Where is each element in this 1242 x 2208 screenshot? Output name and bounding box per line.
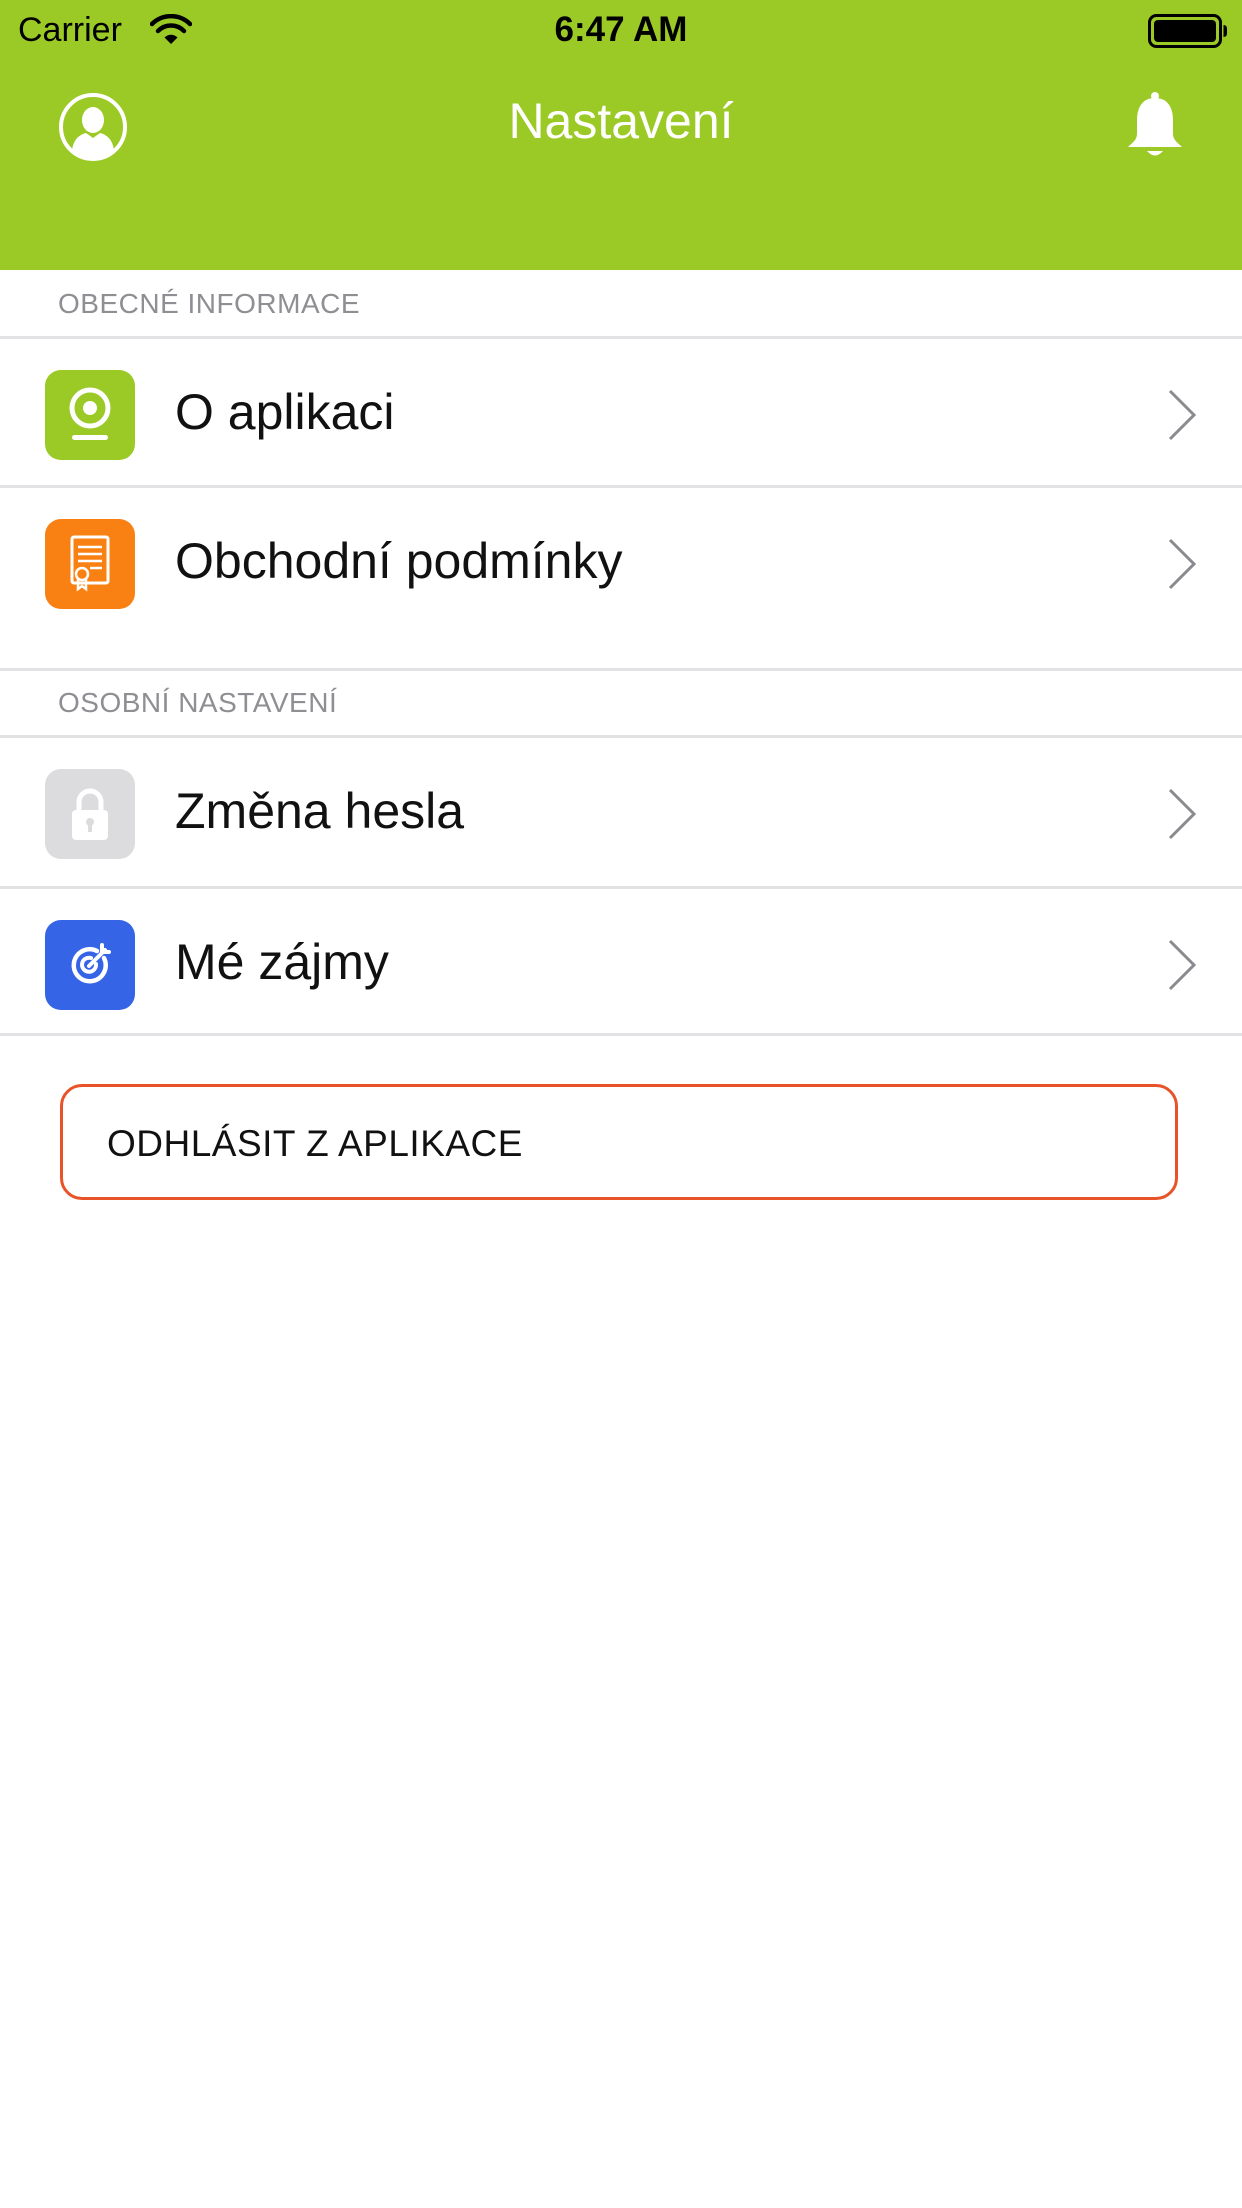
divider	[0, 1033, 1242, 1036]
chevron-right-icon	[1168, 939, 1197, 991]
row-change-password[interactable]: Změna hesla	[0, 738, 1242, 884]
page-title: Nastavení	[508, 93, 734, 149]
settings-screen: Carrier 6:47 AM Nastavení OBECNÉ INFORMA…	[0, 0, 1242, 2208]
header: Carrier 6:47 AM Nastavení	[0, 0, 1242, 270]
bell-icon[interactable]	[1124, 90, 1186, 160]
navigation-bar: Nastavení	[0, 60, 1242, 190]
status-bar: Carrier 6:47 AM	[0, 0, 1242, 60]
row-terms[interactable]: Obchodní podmínky	[0, 488, 1242, 634]
lock-icon	[45, 769, 135, 859]
certificate-icon	[45, 519, 135, 609]
section-header-personal: OSOBNÍ NASTAVENÍ	[0, 671, 1242, 735]
chevron-right-icon	[1168, 389, 1197, 441]
row-label: Mé zájmy	[175, 934, 389, 990]
section-title: OSOBNÍ NASTAVENÍ	[58, 687, 338, 718]
logout-label: ODHLÁSIT Z APLIKACE	[107, 1123, 523, 1164]
row-label: O aplikaci	[175, 384, 395, 440]
logout-button[interactable]: ODHLÁSIT Z APLIKACE	[60, 1084, 1178, 1200]
chevron-right-icon	[1168, 538, 1197, 590]
section-header-general: OBECNÉ INFORMACE	[0, 270, 1242, 336]
chevron-right-icon	[1168, 788, 1197, 840]
target-icon	[45, 920, 135, 1010]
battery-icon	[1148, 14, 1227, 48]
row-about-app[interactable]: O aplikaci	[0, 339, 1242, 485]
row-label: Obchodní podmínky	[175, 533, 623, 589]
section-title: OBECNÉ INFORMACE	[58, 288, 361, 319]
row-my-interests[interactable]: Mé zájmy	[0, 889, 1242, 1035]
row-label: Změna hesla	[175, 783, 465, 839]
webcam-icon	[45, 370, 135, 460]
clock: 6:47 AM	[554, 10, 688, 49]
